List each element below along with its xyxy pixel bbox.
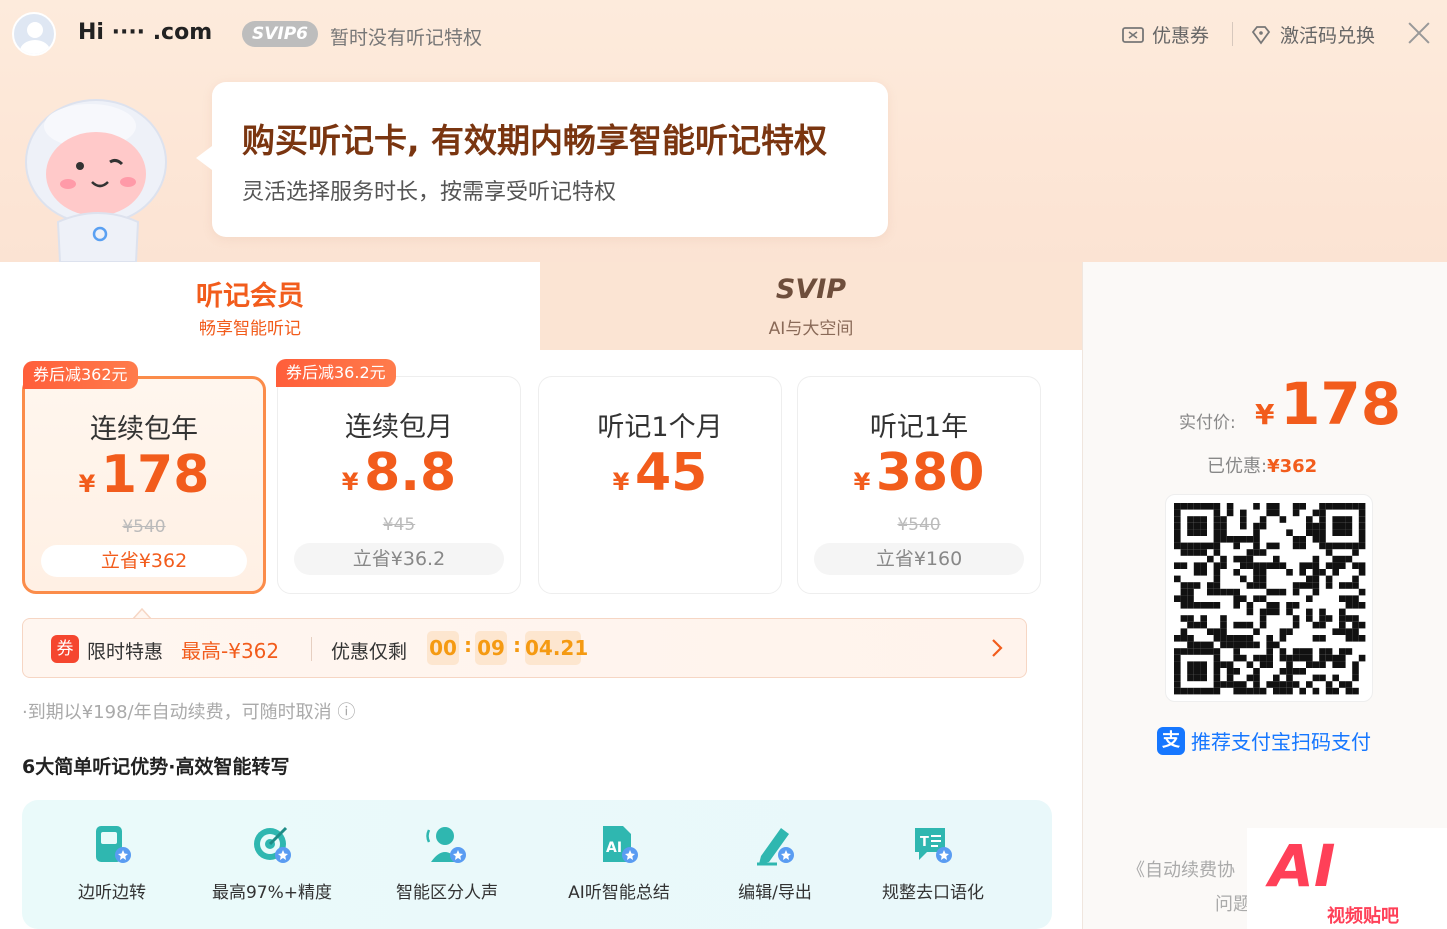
coupon-label: 优惠券 <box>1152 25 1210 47</box>
alipay-label: 推荐支付宝扫码支付 <box>1191 730 1371 754</box>
countdown-colon: : <box>513 633 521 657</box>
close-icon[interactable] <box>1404 18 1434 48</box>
divider <box>311 637 312 661</box>
plan-price: ¥ 45 <box>612 443 708 503</box>
banner-subtitle: 灵活选择服务时长，按需享受听记特权 <box>242 180 617 205</box>
discount-badge: 券后减36.2元 <box>276 359 396 387</box>
plan-original-price: ¥540 <box>122 517 166 537</box>
diamond-icon <box>1251 25 1271 45</box>
auto-renew-note: ·到期以¥198/年自动续费，可随时取消 ⓘ <box>22 702 356 723</box>
plan-savings: 立省¥160 <box>814 543 1024 575</box>
countdown-seconds: 04.21 <box>525 631 588 665</box>
plan-name: 连续包年 <box>90 414 198 445</box>
alipay-hint: 支 推荐支付宝扫码支付 <box>1157 726 1371 755</box>
plan-name: 听记1个月 <box>597 412 723 443</box>
feature-item: 智能区分人声 <box>377 822 517 903</box>
coupon-icon: 券 <box>51 635 79 663</box>
username: Hi ···· .com <box>78 20 213 45</box>
auto-renew-agreement-link[interactable]: 《自动续费协 <box>1127 856 1235 882</box>
plan-card-annual-auto[interactable]: 券后减362元 连续包年 ¥ 178 ¥540 立省¥362 <box>22 361 266 594</box>
plan-original-price: ¥540 <box>897 515 941 535</box>
plan-name: 连续包月 <box>345 412 453 443</box>
plan-card-one-year[interactable]: 听记1年 ¥ 380 ¥540 立省¥160 <box>797 376 1041 594</box>
offer-remaining-label: 优惠仅剩 <box>331 641 408 663</box>
tab-svip-title: SVIP <box>775 274 847 305</box>
qr-code-icon <box>1174 503 1366 695</box>
tab-bar: SVIP AI与大空间 听记会员 畅享智能听记 <box>0 262 1082 352</box>
alipay-icon: 支 <box>1157 726 1185 755</box>
divider <box>1232 22 1233 46</box>
offer-label: 限时特惠 <box>87 641 164 663</box>
plan-price: ¥ 380 <box>853 443 985 503</box>
activation-code-button[interactable]: 激活码兑换 <box>1250 21 1375 48</box>
tab-svip[interactable]: SVIP AI与大空间 <box>540 262 1082 350</box>
promo-speech-bubble: 购买听记卡, 有效期内畅享智能听记特权 灵活选择服务时长，按需享受听记特权 <box>196 82 888 237</box>
saved-amount: 已优惠:¥362 <box>1207 456 1318 477</box>
edit-export-icon <box>757 828 794 866</box>
coupon-button[interactable]: 优惠券 <box>1122 21 1209 48</box>
speaker-icon <box>426 827 466 863</box>
watermark-logo: AI 视频贴吧 <box>1247 828 1447 929</box>
svg-text:AI: AI <box>606 840 622 856</box>
phone-transcribe-icon <box>96 826 131 863</box>
tab-listen-member-title: 听记会员 <box>196 281 304 312</box>
countdown-colon: : <box>464 633 472 657</box>
plan-price: ¥ 8.8 <box>341 443 457 503</box>
features-title: 6大简单听记优势·高效智能转写 <box>22 756 290 778</box>
feature-item: T 规整去口语化 <box>863 822 1003 903</box>
text-clean-icon: T <box>915 828 952 863</box>
plan-savings: 立省¥36.2 <box>294 543 504 575</box>
activation-label: 激活码兑换 <box>1280 25 1376 47</box>
pay-amount: ¥ 178 <box>1255 370 1402 438</box>
discount-badge: 券后减362元 <box>23 361 138 389</box>
plan-card-monthly-auto[interactable]: 券后减36.2元 连续包月 ¥ 8.8 ¥45 立省¥36.2 <box>276 359 521 594</box>
privilege-status: 暂时没有听记特权 <box>330 27 483 49</box>
svip-level-badge: SVIP6 <box>242 21 319 47</box>
feature-item: 最高97%+精度 <box>202 822 342 903</box>
plan-price: ¥ 178 <box>78 445 210 505</box>
chevron-right-icon <box>992 639 1003 657</box>
tab-listen-member-subtitle: 畅享智能听记 <box>199 319 301 339</box>
tab-svip-subtitle: AI与大空间 <box>768 319 854 339</box>
countdown-minutes: 09 <box>475 631 507 665</box>
ai-doc-icon: AI <box>603 826 638 863</box>
top-bar: Hi ···· .com SVIP6 暂时没有听记特权 优惠券 激活码兑换 <box>0 0 1447 70</box>
limited-offer-bar[interactable]: 券 限时特惠 最高-¥362 优惠仅剩 00 : 09 : 04.21 <box>22 618 1027 678</box>
header-banner: Hi ···· .com SVIP6 暂时没有听记特权 优惠券 激活码兑换 购买… <box>0 0 1447 262</box>
feature-item: 边听边转 <box>42 822 182 903</box>
tab-listen-member[interactable]: 听记会员 畅享智能听记 <box>0 262 540 352</box>
mascot-illustration <box>25 99 167 262</box>
plan-savings: 立省¥362 <box>41 545 247 577</box>
plan-original-price: ¥45 <box>382 515 416 535</box>
pay-amount-label: 实付价: <box>1179 413 1236 433</box>
faq-link[interactable]: 问题 <box>1215 890 1251 916</box>
features-panel: 边听边转 最高97%+精度 智能区分人声 AI AI听智能总结 编辑/导出 T … <box>22 800 1052 929</box>
ticket-icon <box>1122 26 1144 43</box>
target-icon <box>254 826 291 863</box>
banner-title: 购买听记卡, 有效期内畅享智能听记特权 <box>242 121 828 160</box>
offer-max-discount: 最高-¥362 <box>181 639 280 663</box>
svg-text:T: T <box>920 835 929 850</box>
plan-card-one-month[interactable]: 听记1个月 ¥ 45 <box>538 376 782 594</box>
plan-name: 听记1年 <box>869 412 969 443</box>
avatar[interactable] <box>12 12 56 56</box>
payment-qr-code <box>1165 494 1373 702</box>
feature-item: 编辑/导出 <box>705 822 845 903</box>
countdown-hours: 00 <box>427 631 459 665</box>
feature-item: AI AI听智能总结 <box>549 822 689 903</box>
